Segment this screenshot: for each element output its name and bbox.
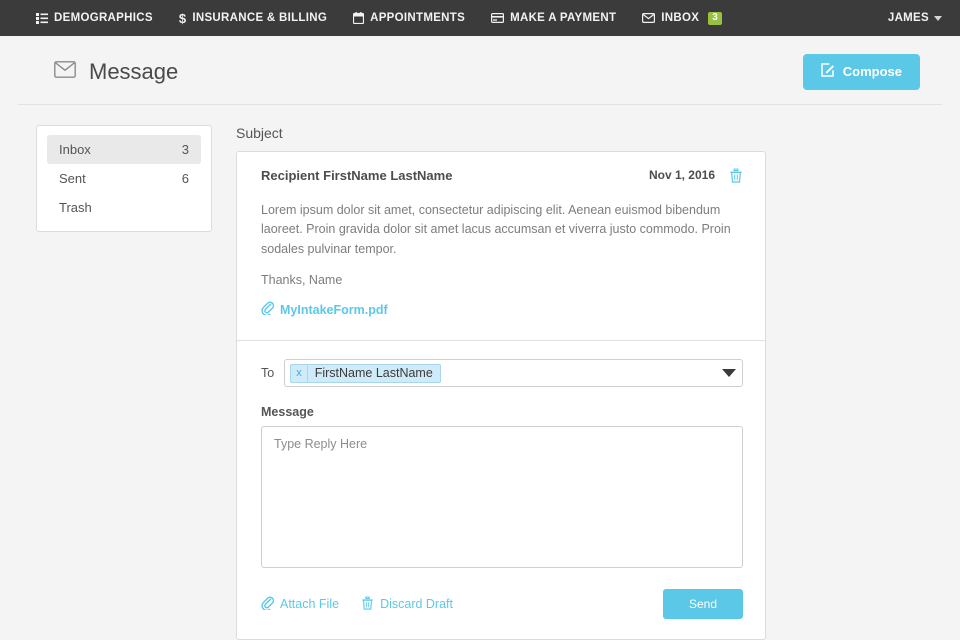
top-navigation-bar: DEMOGRAPHICS $ INSURANCE & BILLING APPOI… xyxy=(0,0,960,36)
message-body: Lorem ipsum dolor sit amet, consectetur … xyxy=(261,201,743,259)
reply-message-label: Message xyxy=(261,405,743,419)
to-row: To x FirstName LastName xyxy=(261,359,743,387)
recipient-chip: x FirstName LastName xyxy=(290,364,441,383)
attach-file-label: Attach File xyxy=(280,597,339,611)
trash-icon xyxy=(729,168,743,188)
chevron-down-icon xyxy=(934,16,942,21)
sidebar-item-trash[interactable]: Trash xyxy=(47,193,201,222)
dollar-icon: $ xyxy=(179,12,187,25)
message-header-row: Recipient FirstName LastName Nov 1, 2016 xyxy=(261,168,743,188)
folder-name: Sent xyxy=(59,171,182,186)
recipient-input[interactable]: x FirstName LastName xyxy=(284,359,743,387)
attachment-filename: MyIntakeForm.pdf xyxy=(280,303,388,317)
reply-action-bar: Attach File xyxy=(261,589,743,619)
message-thread: Subject Recipient FirstName LastName Nov… xyxy=(236,125,766,640)
nav-item-appointments[interactable]: APPOINTMENTS xyxy=(353,12,465,24)
page-title-group: Message xyxy=(54,59,803,85)
page-header: Message Compose xyxy=(18,36,942,105)
folder-name: Inbox xyxy=(59,142,182,157)
nav-item-label: APPOINTMENTS xyxy=(370,12,465,24)
message-signature: Thanks, Name xyxy=(261,273,743,287)
compose-pencil-icon xyxy=(821,63,835,80)
subject-label: Subject xyxy=(236,125,766,141)
attachment-link[interactable]: MyIntakeForm.pdf xyxy=(261,301,388,318)
folder-count: 3 xyxy=(182,142,189,157)
compose-button-label: Compose xyxy=(843,64,902,79)
inbox-unread-badge: 3 xyxy=(708,12,722,25)
folder-name: Trash xyxy=(59,200,189,215)
nav-item-demographics[interactable]: DEMOGRAPHICS xyxy=(36,12,153,24)
content-area: Inbox 3 Sent 6 Trash Subject Recipient F… xyxy=(0,105,960,640)
top-nav-items: DEMOGRAPHICS $ INSURANCE & BILLING APPOI… xyxy=(36,12,888,25)
user-menu[interactable]: JAMES xyxy=(888,12,942,24)
to-label: To xyxy=(261,366,274,380)
reply-composer: To x FirstName LastName Message xyxy=(237,340,765,639)
nav-item-insurance-billing[interactable]: $ INSURANCE & BILLING xyxy=(179,12,327,25)
attach-file-button[interactable]: Attach File xyxy=(261,596,339,613)
discard-draft-button[interactable]: Discard Draft xyxy=(361,596,453,613)
paperclip-icon xyxy=(261,596,274,613)
sidebar-item-sent[interactable]: Sent 6 xyxy=(47,164,201,193)
calendar-icon xyxy=(353,12,364,24)
paperclip-icon xyxy=(261,301,274,318)
nav-item-label: DEMOGRAPHICS xyxy=(54,12,153,24)
nav-item-label: MAKE A PAYMENT xyxy=(510,12,616,24)
list-icon xyxy=(36,13,48,24)
compose-button[interactable]: Compose xyxy=(803,54,920,90)
nav-item-inbox[interactable]: INBOX 3 xyxy=(642,12,722,25)
user-menu-label: JAMES xyxy=(888,12,929,24)
credit-card-icon xyxy=(491,13,504,23)
nav-item-label: INSURANCE & BILLING xyxy=(192,12,327,24)
delete-message-button[interactable] xyxy=(729,168,743,188)
trash-icon xyxy=(361,596,374,613)
nav-item-label: INBOX xyxy=(661,12,699,24)
page-title: Message xyxy=(89,59,178,85)
folder-count: 6 xyxy=(182,171,189,186)
page-container: Message Compose Inbox 3 Sent 6 xyxy=(0,36,960,640)
envelope-icon xyxy=(642,13,655,23)
folder-list-panel: Inbox 3 Sent 6 Trash xyxy=(36,125,212,232)
nav-item-make-a-payment[interactable]: MAKE A PAYMENT xyxy=(491,12,616,24)
message-date: Nov 1, 2016 xyxy=(649,168,715,182)
chevron-down-icon[interactable] xyxy=(722,369,736,377)
message-sender: Recipient FirstName LastName xyxy=(261,168,649,183)
chip-label: FirstName LastName xyxy=(308,366,440,380)
message-card: Recipient FirstName LastName Nov 1, 2016 xyxy=(236,151,766,640)
sidebar-item-inbox[interactable]: Inbox 3 xyxy=(47,135,201,164)
discard-draft-label: Discard Draft xyxy=(380,597,453,611)
message-detail: Recipient FirstName LastName Nov 1, 2016 xyxy=(237,152,765,340)
chip-remove-button[interactable]: x xyxy=(291,365,308,382)
envelope-icon xyxy=(54,61,76,83)
reply-textarea[interactable] xyxy=(261,426,743,568)
send-button[interactable]: Send xyxy=(663,589,743,619)
